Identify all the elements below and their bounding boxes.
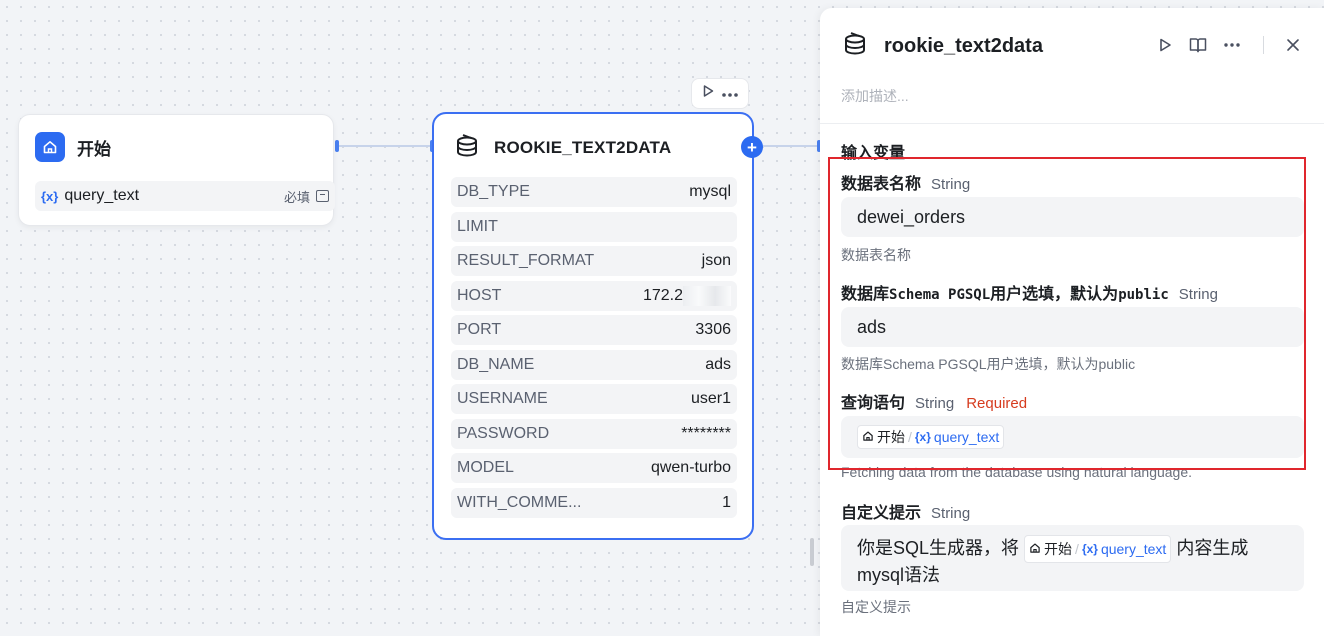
param-key: MODEL: [457, 459, 514, 476]
rookie-node-title: ROOKIE_TEXT2DATA: [494, 138, 672, 157]
node-mini-toolbar: [691, 78, 749, 109]
start-node-title: 开始: [77, 139, 111, 159]
param-row[interactable]: PORT 3306: [451, 315, 737, 345]
annotation-highlight-box: [828, 157, 1306, 470]
variable-reference[interactable]: 开始 / {x} query_text: [1024, 535, 1172, 563]
custom-prompt-input[interactable]: 你是SQL生成器，将 开始 / {x} query_text 内容生成 mysq…: [841, 525, 1304, 591]
param-value: ********: [681, 424, 731, 442]
panel-actions: [1141, 36, 1300, 54]
param-key: PORT: [457, 321, 502, 338]
close-icon[interactable]: [1286, 38, 1300, 52]
more-icon[interactable]: [721, 85, 739, 103]
prompt-text: 内容生成: [1176, 537, 1249, 558]
panel-resize-handle[interactable]: [810, 538, 814, 566]
param-value: json: [701, 252, 731, 269]
param-value: 1: [722, 493, 731, 511]
book-icon[interactable]: [1189, 37, 1207, 53]
start-output-port[interactable]: [335, 140, 339, 152]
param-value: mysql: [689, 183, 731, 200]
edge-rookie-out: [763, 145, 820, 147]
ref-node-name: 开始: [1044, 541, 1073, 557]
edge-start-to-rookie: [338, 145, 432, 147]
host-value: 172.2: [642, 286, 683, 304]
variable-name: query_text: [64, 187, 140, 204]
param-row[interactable]: HOST 172.2: [451, 280, 737, 311]
home-icon: [35, 132, 65, 162]
field-label-custom-prompt: 自定义提示 String: [841, 499, 970, 523]
param-key: USERNAME: [457, 390, 548, 407]
prompt-text: 你是SQL生成器，将: [857, 537, 1020, 558]
param-row[interactable]: LIMIT: [451, 211, 737, 242]
variable-icon: {x}: [1081, 542, 1098, 556]
rookie-text2data-node[interactable]: ROOKIE_TEXT2DATA DB_TYPE mysql LIMIT RESU…: [432, 112, 754, 540]
param-key: PASSWORD: [457, 424, 550, 442]
param-row[interactable]: RESULT_FORMAT json: [451, 246, 737, 276]
param-row[interactable]: PASSWORD ********: [451, 418, 737, 449]
rookie-logo-icon: [454, 133, 480, 164]
description-input[interactable]: 添加描述...: [841, 86, 909, 106]
ref-variable-name: query_text: [1100, 541, 1167, 557]
play-icon[interactable]: [701, 84, 715, 103]
param-key: DB_TYPE: [457, 183, 530, 200]
variable-icon: {x}: [41, 188, 59, 204]
param-row[interactable]: MODEL qwen-turbo: [451, 453, 737, 483]
field-hint: 自定义提示: [841, 599, 911, 615]
ref-separator: /: [1075, 541, 1079, 557]
param-value: 3306: [695, 321, 731, 338]
panel-title[interactable]: rookie_text2data: [884, 35, 1043, 58]
param-row[interactable]: WITH_COMME... 1: [451, 487, 737, 518]
field-type: String: [931, 505, 971, 522]
add-node-button[interactable]: +: [741, 136, 763, 158]
required-text: 必填: [283, 189, 310, 205]
prompt-text: mysql语法: [857, 565, 941, 585]
field-label-text: 自定义提示: [841, 505, 922, 522]
param-value: user1: [690, 390, 731, 407]
param-row[interactable]: DB_NAME ads: [451, 349, 737, 380]
required-label: 必填: [284, 187, 329, 206]
param-key: RESULT_FORMAT: [457, 252, 595, 269]
param-row[interactable]: USERNAME user1: [451, 384, 737, 414]
param-key: LIMIT: [457, 217, 498, 235]
param-value: ads: [705, 355, 731, 373]
param-key: DB_NAME: [457, 355, 535, 373]
param-row[interactable]: DB_TYPE mysql: [451, 177, 737, 207]
divider: [1263, 36, 1264, 54]
param-key: WITH_COMME...: [457, 493, 582, 511]
start-node[interactable]: 开始 {x} query_text 必填: [18, 114, 335, 226]
input-type-icon: [316, 190, 329, 202]
workflow-canvas[interactable]: 开始 {x} query_text 必填 ROOKIE_TEXT2DATA DB…: [0, 0, 821, 636]
redacted-blur: [683, 285, 731, 306]
rookie-logo-icon: [842, 31, 868, 62]
param-list: DB_TYPE mysql LIMIT RESULT_FORMAT json HOS…: [451, 177, 737, 522]
play-icon[interactable]: [1157, 37, 1173, 53]
param-value-host: 172.2: [642, 285, 731, 306]
start-variable-row[interactable]: {x} query_text 必填: [35, 181, 335, 211]
param-key: HOST: [457, 286, 502, 304]
param-value: qwen-turbo: [650, 459, 731, 476]
more-icon[interactable]: [1223, 42, 1241, 48]
home-icon: [1029, 537, 1041, 561]
divider: [820, 123, 1324, 124]
